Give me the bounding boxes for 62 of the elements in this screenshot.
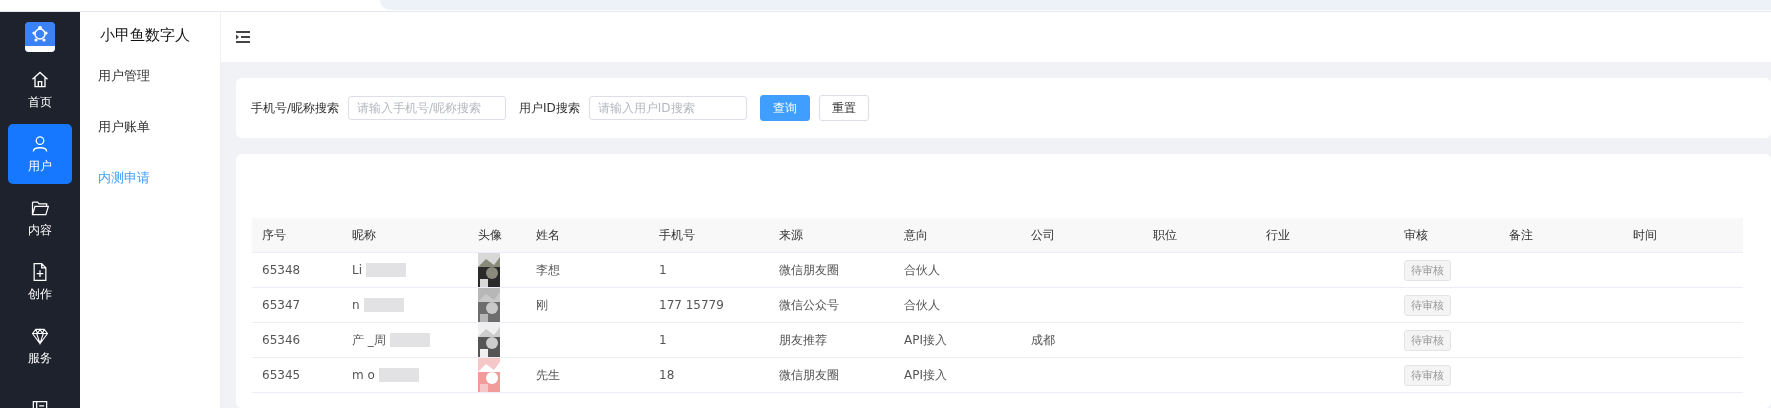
redaction-mark: [366, 263, 407, 278]
menu-icon[interactable]: [236, 31, 250, 43]
column-header: 审核: [1394, 218, 1499, 253]
app-title: 小甲鱼数字人: [99, 25, 191, 46]
table-cell: m o: [342, 357, 468, 393]
column-header: 备注: [1499, 218, 1623, 253]
table-cell: 微信朋友圈: [769, 357, 894, 393]
status-tag: 待审核: [1404, 364, 1451, 386]
table-cell: 65347: [252, 287, 342, 323]
status-tag: 待审核: [1404, 294, 1451, 316]
column-header: 意向: [894, 218, 1021, 253]
table-cell: Li: [342, 252, 468, 288]
table-cell: n: [342, 287, 468, 323]
search-field[interactable]: 请输入用户ID搜索: [588, 96, 747, 120]
redaction-mark: [378, 368, 419, 383]
column-header: 职位: [1143, 218, 1256, 253]
table-cell: 微信朋友圈: [769, 252, 894, 288]
table-cell: 微信公众号: [769, 287, 894, 323]
menu-item[interactable]: 用户账单: [98, 115, 220, 166]
nav-item[interactable]: 创作: [8, 252, 72, 312]
redaction-mark: [363, 298, 404, 313]
table-cell: 65348: [252, 252, 342, 288]
table-cell: 177 15779: [649, 287, 769, 323]
table-cell: 刚: [526, 287, 649, 323]
column-header: 时间: [1623, 218, 1743, 253]
column-header: 手机号: [649, 218, 769, 253]
user-icon: [30, 133, 50, 154]
column-header: 行业: [1256, 218, 1394, 253]
table-cell: 1: [649, 322, 769, 358]
field-label: 用户ID搜索: [519, 99, 580, 117]
field-label: 手机号/昵称搜索: [251, 99, 340, 117]
column-header: 公司: [1021, 218, 1143, 253]
status-tag: 待审核: [1404, 259, 1451, 281]
table-cell: 先生: [526, 357, 649, 393]
table-cell: 合伙人: [894, 252, 1021, 288]
table-cell: 产 _周: [342, 322, 468, 358]
nav-item[interactable]: 用户: [8, 124, 72, 184]
table-cell: 朋友推荐: [769, 322, 894, 358]
column-header: 昵称: [342, 218, 468, 253]
search-field[interactable]: 请输入手机号/昵称搜索: [348, 96, 507, 120]
table-cell: API接入: [894, 322, 1021, 358]
nav-item[interactable]: 内容: [8, 188, 72, 248]
column-header: 序号: [252, 218, 342, 253]
status-tag: 待审核: [1404, 329, 1451, 351]
table-cell: API接入: [894, 357, 1021, 393]
column-header: 头像: [468, 218, 526, 253]
table-cell: 65345: [252, 357, 342, 393]
table-cell: 合伙人: [894, 287, 1021, 323]
column-header: 姓名: [526, 218, 649, 253]
reset-button[interactable]: 重置: [818, 95, 869, 121]
table-cell: 1: [649, 252, 769, 288]
column-header: 来源: [769, 218, 894, 253]
redaction-mark: [389, 333, 430, 347]
logo-icon: [25, 22, 55, 52]
menu-item[interactable]: 用户管理: [98, 64, 220, 115]
table-cell: 李想: [526, 252, 649, 288]
nav-item[interactable]: 服务: [8, 316, 72, 376]
nav-item[interactable]: 首页: [8, 60, 72, 120]
table-cell: 18: [649, 357, 769, 393]
table-cell: 成都: [1021, 322, 1143, 358]
table-cell: 65346: [252, 322, 342, 358]
home-icon: [30, 69, 50, 90]
